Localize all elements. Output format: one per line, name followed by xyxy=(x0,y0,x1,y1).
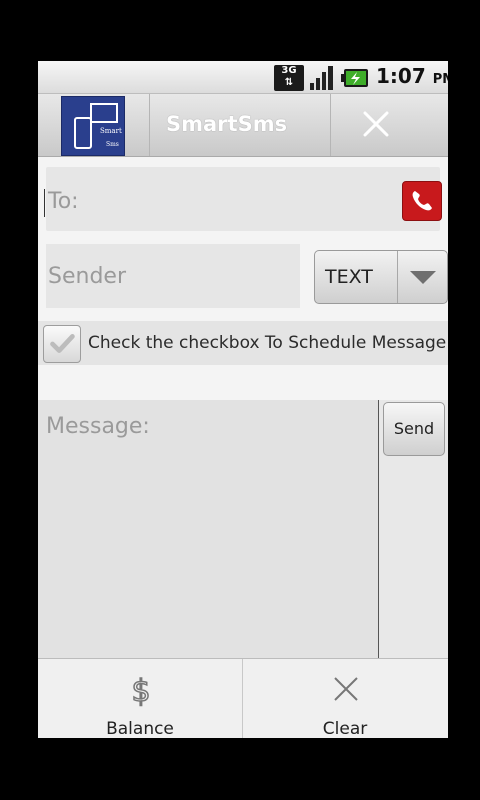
battery-charging-icon xyxy=(341,69,368,87)
menu-item-balance[interactable]: $ Balance xyxy=(38,659,243,738)
network-type-label: 3G xyxy=(281,65,297,76)
sender-placeholder: Sender xyxy=(48,264,126,289)
network-3g-icon: 3G ⇅ xyxy=(274,65,304,91)
close-app-button[interactable] xyxy=(358,106,394,142)
to-field[interactable]: To: xyxy=(44,167,442,231)
chevron-down-icon xyxy=(410,271,436,284)
app-title: SmartSms xyxy=(166,112,288,136)
options-menu: $ Balance Clear xyxy=(38,658,448,738)
send-panel: Send xyxy=(379,400,448,658)
dollar-icon: $ xyxy=(131,673,152,707)
send-button[interactable]: Send xyxy=(383,402,445,456)
close-icon xyxy=(334,677,358,701)
menu-item-label: Balance xyxy=(106,719,174,738)
message-type-value: TEXT xyxy=(325,266,373,288)
to-placeholder: To: xyxy=(48,189,79,214)
title-bar: Smart Sms SmartSms xyxy=(38,94,448,157)
app-screen: 3G⇅ 1:07 PM Smart Sms SmartSms xyxy=(38,61,448,738)
schedule-checkbox[interactable] xyxy=(43,325,81,363)
phone-icon xyxy=(74,117,92,149)
logo-text-sms: Sms xyxy=(106,141,119,148)
menu-item-clear[interactable]: Clear xyxy=(243,659,447,738)
dropdown-toggle[interactable] xyxy=(397,251,448,303)
envelope-icon xyxy=(90,103,118,123)
phone-call-icon xyxy=(412,191,432,211)
menu-item-label: Clear xyxy=(322,719,368,738)
text-cursor xyxy=(44,189,45,217)
app-logo: Smart Sms xyxy=(61,96,125,156)
schedule-row: Check the checkbox To Schedule Message xyxy=(38,321,448,365)
contacts-button[interactable] xyxy=(402,181,442,221)
title-divider xyxy=(149,94,150,156)
title-divider xyxy=(330,94,331,156)
status-clock: 1:07 PM xyxy=(376,64,448,88)
status-bar: 3G⇅ 1:07 PM xyxy=(38,61,448,94)
clock-time: 1:07 xyxy=(376,64,426,88)
message-placeholder: Message: xyxy=(46,414,150,439)
svg-text:$: $ xyxy=(131,674,150,707)
logo-text-smart: Smart xyxy=(100,127,122,135)
checkmark-icon xyxy=(50,334,75,353)
clock-ampm: PM xyxy=(432,72,448,87)
message-type-select[interactable]: TEXT xyxy=(314,250,448,304)
signal-icon xyxy=(310,66,333,90)
schedule-label: Check the checkbox To Schedule Message xyxy=(88,333,447,353)
sender-field[interactable]: Sender xyxy=(46,244,300,308)
message-input[interactable]: Message: xyxy=(38,400,378,658)
